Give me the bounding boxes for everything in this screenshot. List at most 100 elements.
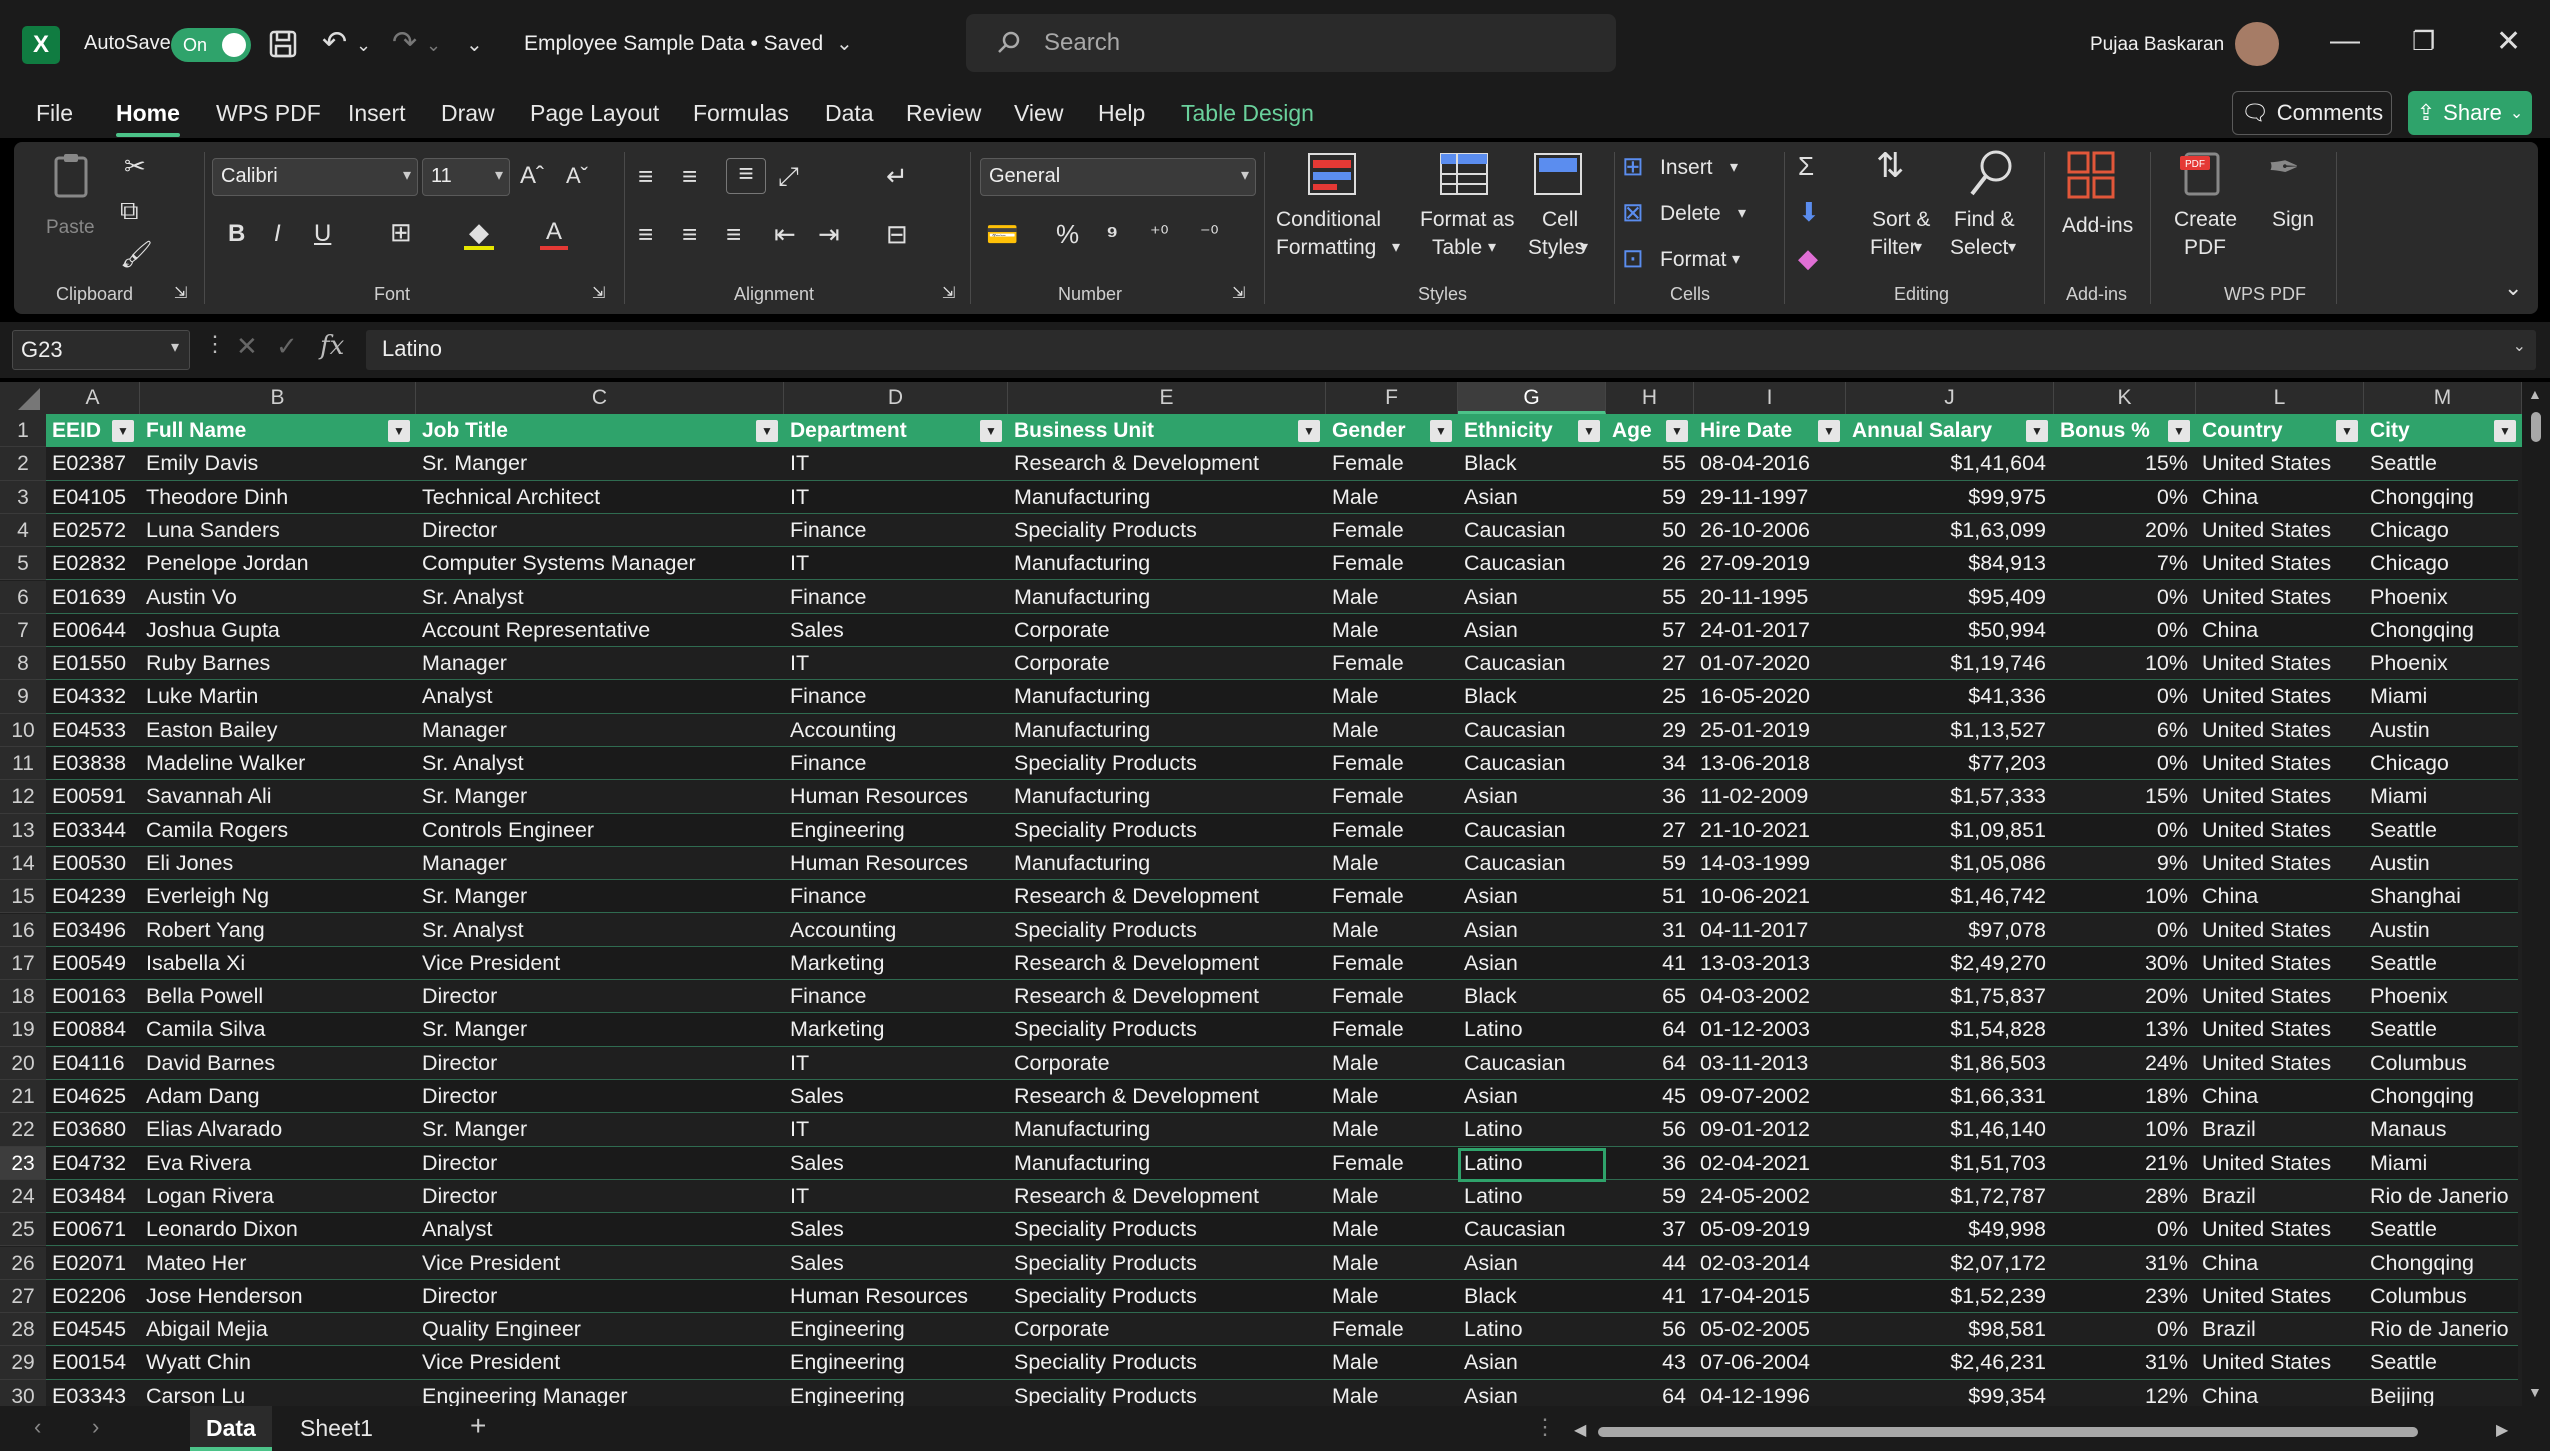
table-cell[interactable]: E00884 (46, 1013, 140, 1046)
row-header[interactable]: 5 (0, 547, 46, 581)
table-cell[interactable]: Chicago (2364, 514, 2522, 547)
accounting-format-icon[interactable]: 💳 (986, 220, 1018, 248)
table-cell[interactable]: United States (2196, 714, 2364, 747)
table-cell[interactable]: E04545 (46, 1313, 140, 1346)
table-cell[interactable]: 41 (1606, 947, 1694, 980)
table-cell[interactable]: Research & Development (1008, 880, 1326, 913)
avatar[interactable] (2235, 22, 2279, 66)
table-cell[interactable]: $99,975 (1846, 481, 2054, 514)
table-cell[interactable]: 01-12-2003 (1694, 1013, 1846, 1046)
table-cell[interactable]: 56 (1606, 1113, 1694, 1146)
table-cell[interactable]: Chongqing (2364, 1247, 2522, 1280)
table-cell[interactable]: Ruby Barnes (140, 647, 416, 680)
table-cell[interactable]: 34 (1606, 747, 1694, 780)
paste-icon[interactable] (52, 152, 92, 205)
cut-icon[interactable]: ✂ (124, 152, 146, 180)
table-cell[interactable]: Seattle (2364, 814, 2522, 847)
table-cell[interactable]: Male (1326, 1080, 1458, 1113)
table-cell[interactable]: Seattle (2364, 1213, 2522, 1246)
column-header-e[interactable]: E (1008, 382, 1326, 414)
table-cell[interactable]: $41,336 (1846, 680, 2054, 713)
table-cell[interactable]: United States (2196, 547, 2364, 580)
table-cell[interactable]: 57 (1606, 614, 1694, 647)
table-cell[interactable]: Finance (784, 980, 1008, 1013)
table-cell[interactable]: Manufacturing (1008, 780, 1326, 813)
table-cell[interactable]: Sr. Analyst (416, 581, 784, 614)
table-cell[interactable]: Speciality Products (1008, 814, 1326, 847)
borders-icon[interactable]: ⊞ (390, 218, 412, 246)
table-cell[interactable]: Finance (784, 581, 1008, 614)
create-pdf-label-2[interactable]: PDF (2184, 234, 2226, 261)
table-cell[interactable]: 02-03-2014 (1694, 1247, 1846, 1280)
table-cell[interactable]: Chongqing (2364, 614, 2522, 647)
table-cell[interactable]: United States (2196, 914, 2364, 947)
table-cell[interactable]: 04-03-2002 (1694, 980, 1846, 1013)
table-cell[interactable]: Male (1326, 1280, 1458, 1313)
table-cell[interactable]: Eva Rivera (140, 1147, 416, 1180)
table-cell[interactable]: Sr. Manger (416, 1113, 784, 1146)
table-cell[interactable]: China (2196, 1247, 2364, 1280)
table-cell[interactable]: Male (1326, 914, 1458, 947)
table-cell[interactable]: Speciality Products (1008, 1280, 1326, 1313)
table-cell[interactable]: Male (1326, 1047, 1458, 1080)
column-header-b[interactable]: B (140, 382, 416, 414)
table-cell[interactable]: 20% (2054, 514, 2196, 547)
table-cell[interactable]: Vice President (416, 1247, 784, 1280)
table-cell[interactable]: Joshua Gupta (140, 614, 416, 647)
filter-dropdown-icon[interactable]: ▼ (2026, 420, 2048, 442)
table-cell[interactable]: E03838 (46, 747, 140, 780)
table-cell[interactable]: 6% (2054, 714, 2196, 747)
table-cell[interactable]: $50,994 (1846, 614, 2054, 647)
table-cell[interactable]: 25-01-2019 (1694, 714, 1846, 747)
table-cell[interactable]: E00591 (46, 780, 140, 813)
save-icon[interactable] (268, 29, 298, 65)
table-cell[interactable]: Engineering (784, 1313, 1008, 1346)
table-cell[interactable]: Vice President (416, 947, 784, 980)
table-cell[interactable]: Rio de Janerio (2364, 1313, 2522, 1346)
table-cell[interactable]: IT (784, 447, 1008, 480)
table-cell[interactable]: Asian (1458, 581, 1606, 614)
table-cell[interactable]: Seattle (2364, 1013, 2522, 1046)
table-cell[interactable]: Caucasian (1458, 514, 1606, 547)
table-cell[interactable]: United States (2196, 947, 2364, 980)
increase-indent-icon[interactable]: ⇥ (818, 220, 840, 248)
filter-dropdown-icon[interactable]: ▼ (1298, 420, 1320, 442)
table-cell[interactable]: 51 (1606, 880, 1694, 913)
chevron-down-icon[interactable]: ▾ (1580, 234, 1588, 262)
table-cell[interactable]: Finance (784, 680, 1008, 713)
bold-icon[interactable]: B (228, 220, 245, 248)
table-cell[interactable]: E02572 (46, 514, 140, 547)
chevron-down-icon[interactable]: ▾ (1392, 234, 1400, 262)
table-cell[interactable]: 0% (2054, 914, 2196, 947)
table-cell[interactable]: Director (416, 1047, 784, 1080)
table-cell[interactable]: Sales (784, 614, 1008, 647)
table-cell[interactable]: $77,203 (1846, 747, 2054, 780)
column-header-a[interactable]: A (46, 382, 140, 414)
add-ins-label[interactable]: Add-ins (2062, 212, 2133, 239)
table-cell[interactable]: 26 (1606, 547, 1694, 580)
scroll-right-icon[interactable]: ▶ (2496, 1420, 2508, 1440)
table-cell[interactable]: 10% (2054, 647, 2196, 680)
row-header[interactable]: 18 (0, 980, 46, 1014)
table-cell[interactable]: $98,581 (1846, 1313, 2054, 1346)
table-cell[interactable]: Manaus (2364, 1113, 2522, 1146)
next-sheet-icon[interactable]: › (92, 1414, 99, 1440)
vertical-scroll-thumb[interactable] (2531, 412, 2541, 442)
table-cell[interactable]: Manager (416, 847, 784, 880)
table-cell[interactable]: Male (1326, 847, 1458, 880)
table-cell[interactable]: Shanghai (2364, 880, 2522, 913)
table-cell[interactable]: Jose Henderson (140, 1280, 416, 1313)
table-cell[interactable]: Female (1326, 880, 1458, 913)
chevron-down-icon[interactable]: ▾ (1488, 234, 1496, 262)
table-cell[interactable]: 29-11-1997 (1694, 481, 1846, 514)
align-top-icon[interactable]: ≡ (638, 162, 653, 190)
table-cell[interactable]: Elias Alvarado (140, 1113, 416, 1146)
restore-icon[interactable]: ❐ (2412, 26, 2435, 57)
sheet-tab-data[interactable]: Data (190, 1406, 272, 1451)
table-cell[interactable]: Director (416, 514, 784, 547)
row-header[interactable]: 28 (0, 1313, 46, 1347)
table-cell[interactable]: 21% (2054, 1147, 2196, 1180)
table-cell[interactable]: Caucasian (1458, 1047, 1606, 1080)
table-header-cell[interactable]: Business Unit (1008, 414, 1326, 447)
table-cell[interactable]: E02387 (46, 447, 140, 480)
